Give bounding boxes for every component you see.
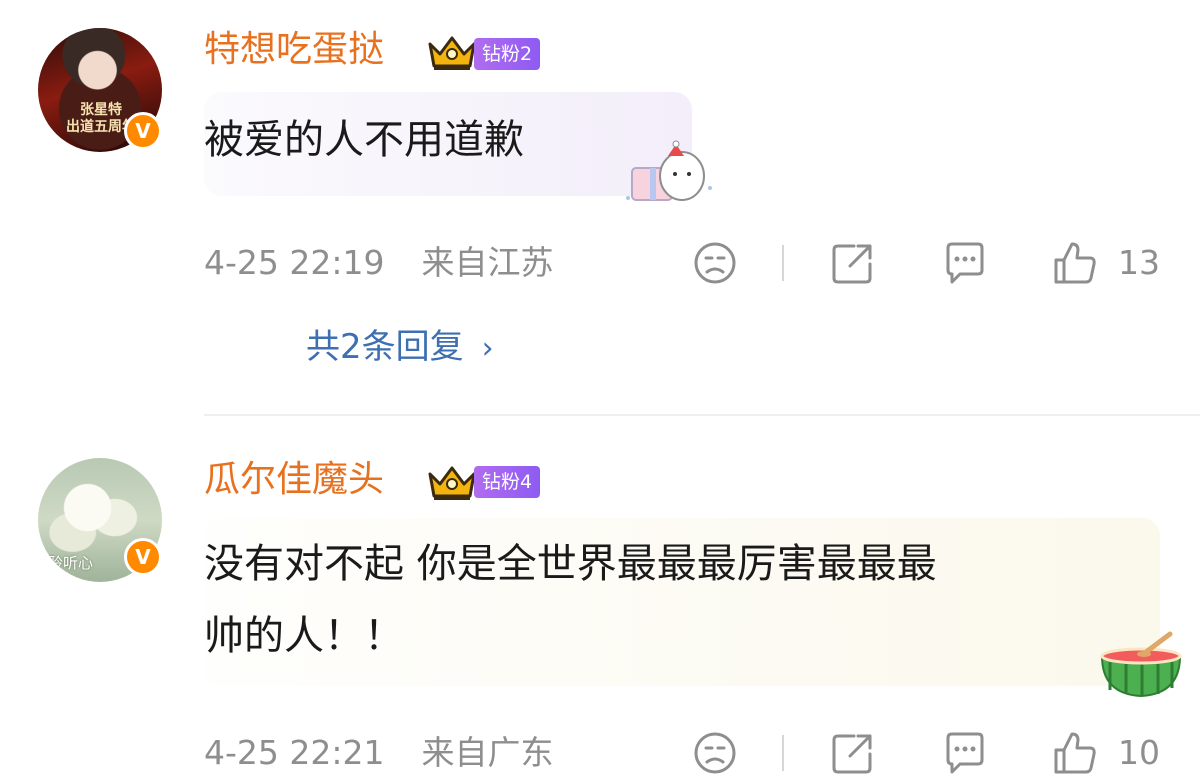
comment-meta: 4-25 22:21 来自广东: [204, 733, 554, 773]
comment-divider: [204, 414, 1200, 416]
fan-badge[interactable]: 钻粉2: [474, 38, 541, 70]
timestamp: 4-25 22:19: [204, 243, 385, 282]
comment-text: 被爱的人不用道歉: [204, 117, 524, 163]
verified-icon: V: [124, 112, 162, 150]
comment-item: 聆听心 V 瓜尔佳魔头 钻粉4 没有对不起 你是全世界最最最厉害最最最 帅的人！…: [0, 420, 1200, 776]
fan-badge[interactable]: 钻粉4: [474, 466, 541, 498]
username[interactable]: 特想吃蛋挞: [204, 28, 384, 72]
comment-item: 张星特 出道五周年 V 特想吃蛋挞 钻粉2 被爱的人不用道歉 4-25 22:19…: [0, 0, 1200, 410]
like-count: 10: [1118, 733, 1160, 772]
like-icon[interactable]: [1052, 730, 1098, 776]
comment-text-line1: 没有对不起 你是全世界最最最厉害最最最: [204, 541, 937, 587]
comment-icon[interactable]: [942, 240, 988, 286]
location: 来自江苏: [421, 243, 554, 282]
verified-icon: V: [124, 538, 162, 576]
crown-icon: [428, 466, 476, 500]
comment-meta: 4-25 22:19 来自江苏: [204, 243, 554, 283]
timestamp: 4-25 22:21: [204, 733, 385, 772]
dislike-face-icon[interactable]: [692, 730, 738, 776]
cat-gift-sticker-icon: [626, 140, 712, 201]
username[interactable]: 瓜尔佳魔头: [204, 458, 384, 502]
action-divider: [782, 245, 784, 281]
replies-label: 共2条回复: [306, 327, 464, 367]
view-replies-link[interactable]: 共2条回复 ›: [306, 326, 494, 370]
comment-text-line2: 帅的人！！: [204, 613, 404, 659]
like-count: 13: [1118, 243, 1160, 282]
action-divider: [782, 735, 784, 771]
watermelon-sticker-icon: [1100, 631, 1182, 698]
crown-icon: [428, 36, 476, 70]
share-icon[interactable]: [830, 240, 876, 286]
comment-icon[interactable]: [942, 730, 988, 776]
dislike-face-icon[interactable]: [692, 240, 738, 286]
location: 来自广东: [421, 733, 554, 772]
like-icon[interactable]: [1052, 240, 1098, 286]
share-icon[interactable]: [830, 730, 876, 776]
chevron-right-icon: ›: [481, 331, 494, 366]
